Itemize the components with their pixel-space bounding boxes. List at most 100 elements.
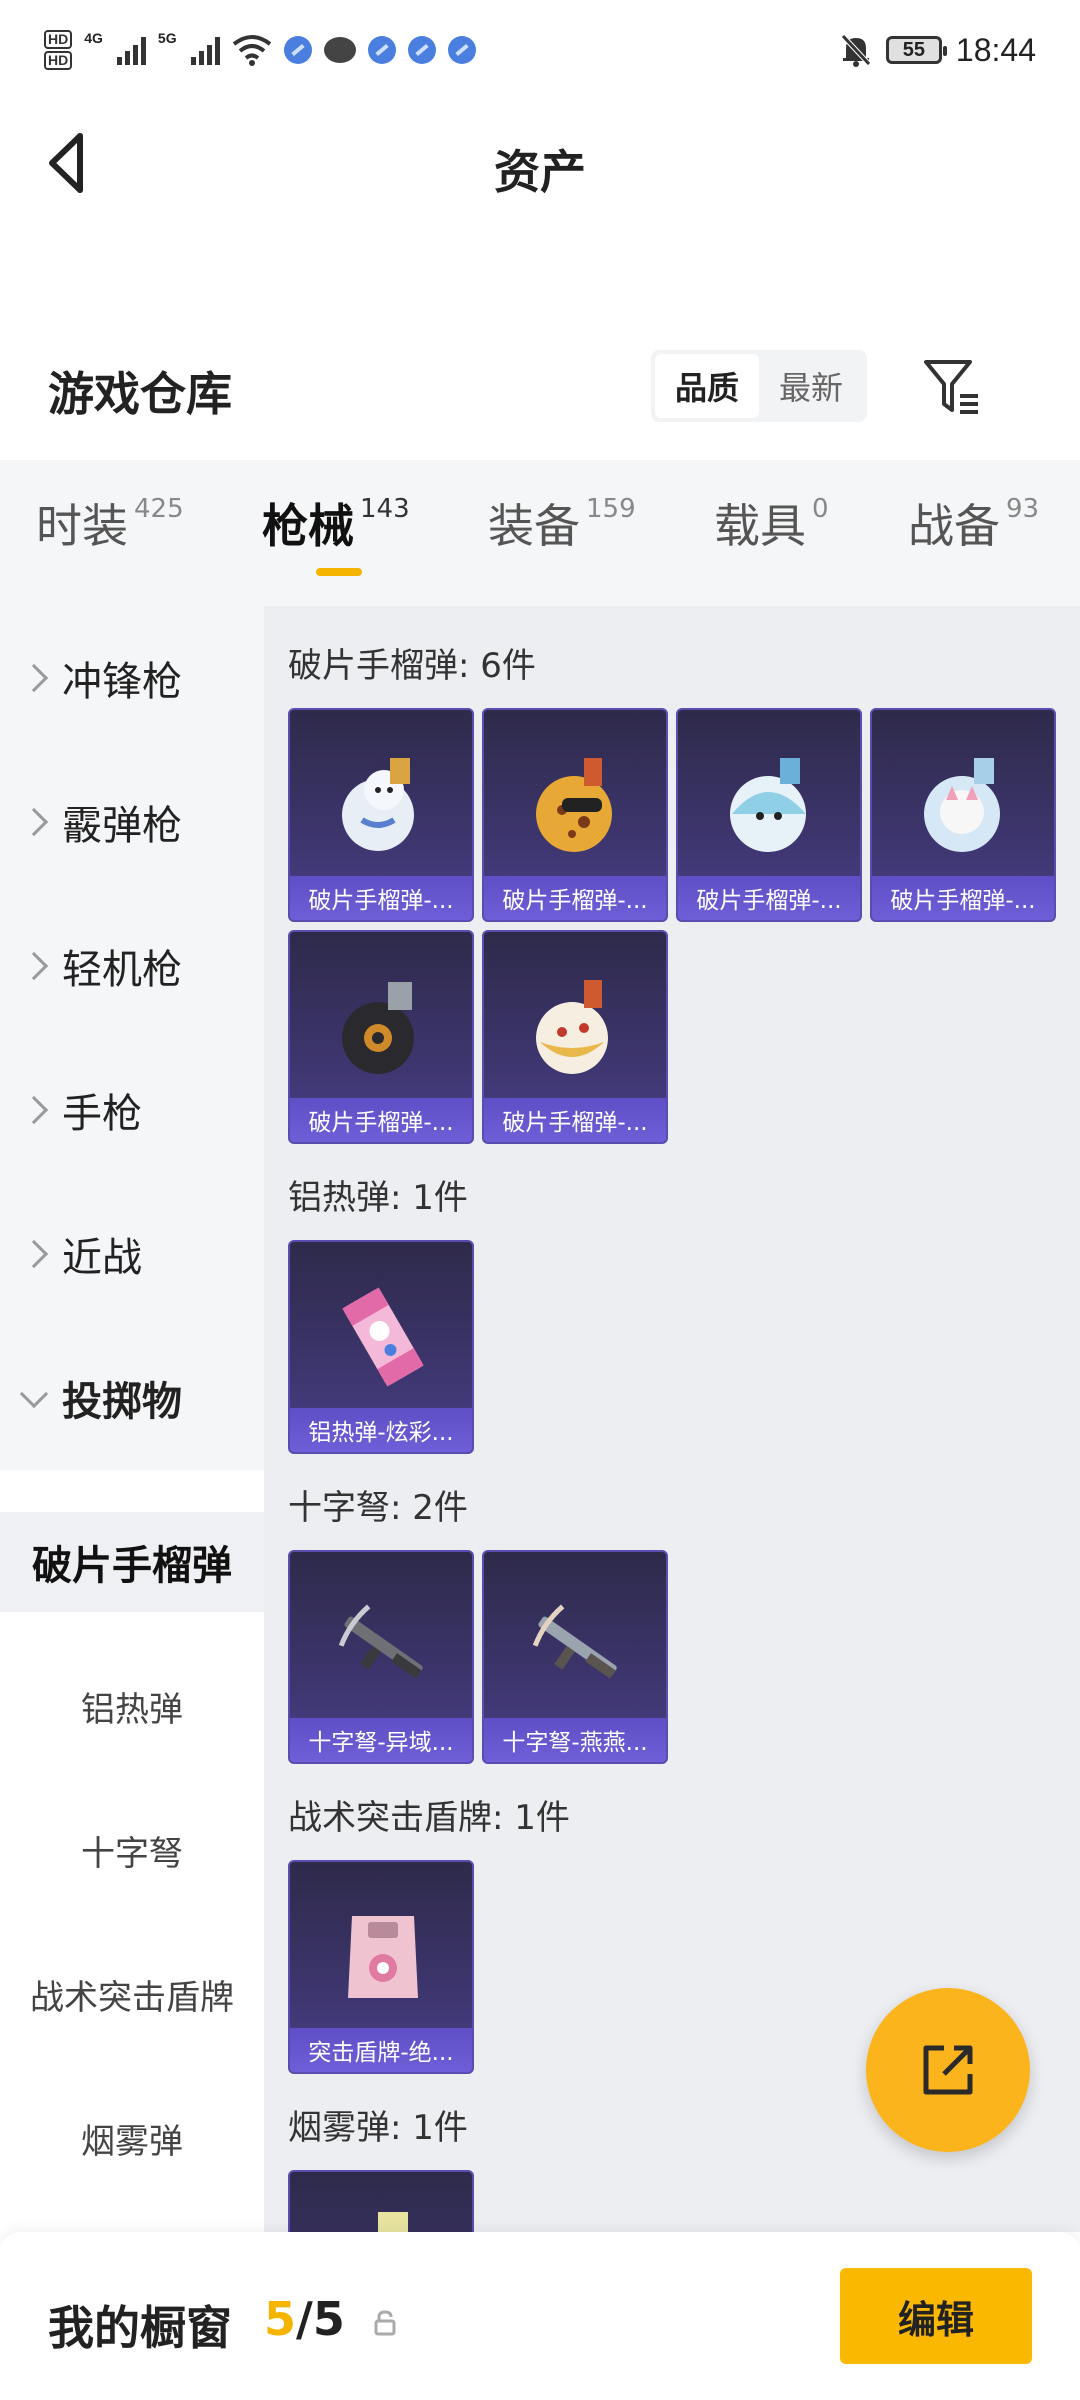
sidebar-item-melee[interactable]: 近战 xyxy=(0,1182,264,1326)
sidebar-spacer xyxy=(0,2188,264,2232)
tab-supplies[interactable]: 战备 93 xyxy=(908,490,1039,556)
item-card[interactable]: 十字弩-异域... xyxy=(288,1550,474,1764)
smoke-grenade-icon xyxy=(378,2212,408,2232)
item-card[interactable] xyxy=(288,2170,474,2232)
sidebar-subitem-crossbow[interactable]: 十字弩 xyxy=(0,1800,264,1900)
showcase-count-current: 5 xyxy=(264,2292,297,2346)
sidebar-spacer xyxy=(0,2044,264,2088)
tab-label: 装备 xyxy=(488,499,580,553)
item-label: 破片手榴弹-... xyxy=(484,1098,666,1142)
item-card[interactable]: 破片手榴弹-... xyxy=(870,708,1056,922)
item-card[interactable]: 铝热弹-炫彩... xyxy=(288,1240,474,1454)
sidebar-subitem-frag-grenade[interactable]: 破片手榴弹 xyxy=(0,1512,264,1612)
group-title-crossbow: 十字弩: 2件 xyxy=(288,1488,468,1528)
item-label: 铝热弹-炫彩... xyxy=(290,1408,472,1452)
chevron-right-icon xyxy=(19,951,49,981)
sidebar-subitem-thermite[interactable]: 铝热弹 xyxy=(0,1656,264,1756)
share-icon xyxy=(923,2045,973,2095)
tab-count: 425 xyxy=(134,494,184,524)
app-header: 资产 xyxy=(0,100,1080,230)
item-card[interactable]: 突击盾牌-绝... xyxy=(288,1860,474,2074)
group-title-shield: 战术突击盾牌: 1件 xyxy=(288,1798,570,1838)
item-card[interactable]: 破片手榴弹-... xyxy=(482,930,668,1144)
sidebar-spacer xyxy=(0,1470,264,1512)
item-label: 破片手榴弹-... xyxy=(872,876,1054,920)
sidebar-item-label: 投掷物 xyxy=(62,1379,182,1425)
grenade-dark-icon xyxy=(342,982,414,1074)
item-card[interactable]: 破片手榴弹-... xyxy=(676,708,862,922)
crossbow-icon xyxy=(532,1604,617,1679)
group-title-thermite: 铝热弹: 1件 xyxy=(288,1178,468,1218)
chevron-down-icon xyxy=(19,1379,49,1409)
wifi-icon xyxy=(232,35,271,66)
edit-button[interactable]: 编辑 xyxy=(840,2268,1032,2364)
network-4g-label: 4G xyxy=(84,30,103,46)
sidebar-subitem-smoke[interactable]: 烟雾弹 xyxy=(0,2088,264,2188)
item-label: 破片手榴弹-... xyxy=(290,876,472,920)
lock-icon xyxy=(374,2310,396,2336)
sidebar-item-label: 轻机枪 xyxy=(62,947,182,993)
tab-count: 159 xyxy=(586,494,636,524)
status-right: 55 18:44 xyxy=(840,32,1036,69)
item-label: 突击盾牌-绝... xyxy=(290,2028,472,2072)
tab-label: 载具 xyxy=(714,499,806,553)
sort-toggle: 品质 最新 xyxy=(651,350,867,422)
active-tab-indicator xyxy=(316,568,362,576)
shield-icon xyxy=(348,1916,418,1998)
thermite-candy-icon xyxy=(342,1287,424,1387)
chevron-right-icon xyxy=(19,663,49,693)
sort-latest-button[interactable]: 最新 xyxy=(759,354,863,418)
tab-firearms[interactable]: 枪械 143 xyxy=(262,490,410,556)
tab-label: 时装 xyxy=(36,499,128,553)
sidebar-item-label: 手枪 xyxy=(62,1091,142,1137)
tab-equipment[interactable]: 装备 159 xyxy=(488,490,636,556)
app-icon xyxy=(283,36,312,64)
item-label: 破片手榴弹-... xyxy=(678,876,860,920)
showcase-count-total: 5 xyxy=(312,2292,345,2346)
battery-icon: 55 xyxy=(885,36,947,64)
grenade-cat-icon xyxy=(924,758,1000,852)
app-icon xyxy=(447,36,476,64)
tab-vehicles[interactable]: 载具 0 xyxy=(714,490,829,556)
tab-count: 93 xyxy=(1006,494,1040,524)
bottom-bar: 我的橱窗 5/5 编辑 xyxy=(0,2232,1080,2400)
filter-icon[interactable] xyxy=(920,354,984,418)
item-card[interactable]: 破片手榴弹-... xyxy=(482,708,668,922)
app-icon xyxy=(367,36,396,64)
signal-icon xyxy=(190,35,220,65)
crossbow-icon xyxy=(338,1604,423,1679)
sidebar-item-shotgun[interactable]: 霰弹枪 xyxy=(0,750,264,894)
showcase-count: 5/5 xyxy=(264,2292,345,2346)
sidebar-item-throwables[interactable]: 投掷物 xyxy=(0,1326,264,1470)
item-label: 十字弩-异域... xyxy=(290,1718,472,1762)
clock: 18:44 xyxy=(955,31,1036,68)
sidebar-item-smg[interactable]: 冲锋枪 xyxy=(0,606,264,750)
group-title-frag: 破片手榴弹: 6件 xyxy=(288,646,536,686)
tab-label: 枪械 xyxy=(262,499,354,553)
item-card[interactable]: 破片手榴弹-... xyxy=(288,930,474,1144)
sidebar-item-lmg[interactable]: 轻机枪 xyxy=(0,894,264,1038)
share-button[interactable] xyxy=(866,1988,1030,2152)
app-icon xyxy=(407,36,436,64)
network-5g-label: 5G xyxy=(157,30,177,46)
item-label: 十字弩-燕燕... xyxy=(484,1718,666,1762)
status-bar: HD HD 4G 5G 55 18:44 xyxy=(0,0,1080,100)
warehouse-title: 游戏仓库 xyxy=(48,367,232,421)
showcase-label: 我的橱窗 xyxy=(48,2301,232,2355)
item-card[interactable]: 破片手榴弹-... xyxy=(288,708,474,922)
warehouse-header: 游戏仓库 品质 最新 xyxy=(0,330,1080,450)
chevron-right-icon xyxy=(19,807,49,837)
sidebar-item-label: 近战 xyxy=(62,1235,142,1281)
item-card[interactable]: 十字弩-燕燕... xyxy=(482,1550,668,1764)
tab-label: 战备 xyxy=(908,499,1000,553)
sidebar-item-label: 霰弹枪 xyxy=(62,803,182,849)
signal-icon xyxy=(116,35,146,65)
sidebar-subitem-assault-shield[interactable]: 战术突击盾牌 xyxy=(0,1944,264,2044)
status-left: HD HD 4G 5G xyxy=(44,30,476,70)
grenade-cookie-icon xyxy=(536,758,612,852)
sort-quality-button[interactable]: 品质 xyxy=(655,354,759,418)
sidebar-item-pistol[interactable]: 手枪 xyxy=(0,1038,264,1182)
hd-icon: HD HD xyxy=(44,30,73,70)
tab-count: 0 xyxy=(812,494,829,524)
tab-fashion[interactable]: 时装 425 xyxy=(36,490,184,556)
